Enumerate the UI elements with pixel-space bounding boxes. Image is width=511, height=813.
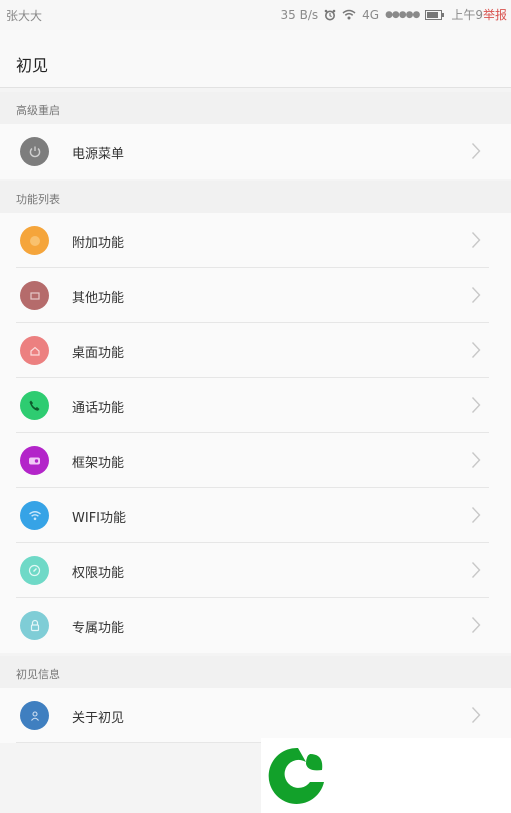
list-item-label: 电源菜单 (72, 147, 125, 162)
list-item-label: 框架功能 (72, 456, 125, 471)
phone-icon (20, 391, 49, 420)
chevron-right-icon (471, 396, 481, 418)
section-header-label: 高级重启 (16, 104, 60, 117)
permission-icon (20, 556, 49, 585)
list-item-label: 关于初见 (72, 711, 125, 726)
status-speed: 35 B/s (280, 7, 319, 22)
list-item-addon[interactable]: 附加功能 (0, 213, 511, 268)
section-header-label: 功能列表 (16, 193, 60, 206)
addon-icon (20, 226, 49, 255)
signal-icon: ●●●●● (385, 9, 420, 20)
list-item-permission[interactable]: 权限功能 (0, 543, 511, 598)
list-item-label: 桌面功能 (72, 346, 125, 361)
chevron-right-icon (471, 706, 481, 728)
list-item-other[interactable]: 其他功能 (0, 268, 511, 323)
alarm-icon (324, 9, 336, 21)
other-icon (20, 281, 49, 310)
status-indicators: 35 B/s 4G ●●●●● 上午9 举报 (281, 6, 507, 23)
about-icon (20, 701, 49, 730)
list-item-power-menu[interactable]: 电源菜单 (0, 124, 511, 179)
list-item-label: WIFI功能 (72, 511, 126, 526)
list-item-label: 专属功能 (72, 621, 125, 636)
status-time: 上午9 (451, 8, 483, 22)
list-item-exclusive[interactable]: 专属功能 (0, 598, 511, 653)
list-item-label: 权限功能 (72, 566, 125, 581)
list-item-desktop[interactable]: 桌面功能 (0, 323, 511, 378)
app-bar: 初见 (0, 30, 511, 88)
status-carrier: 张大大 (6, 9, 43, 23)
section-header-label: 初见信息 (16, 668, 60, 681)
status-bar: 张大大 35 B/s 4G ●●●●● 上午9 举报 (0, 0, 511, 30)
list-item-about[interactable]: 关于初见 (0, 688, 511, 743)
status-network: 4G (362, 7, 380, 22)
report-link[interactable]: 举报 (483, 6, 507, 23)
chevron-right-icon (471, 231, 481, 253)
wifi-status-icon (342, 9, 356, 20)
list-item-label: 通话功能 (72, 401, 125, 416)
frame-icon (20, 446, 49, 475)
list-item-frame[interactable]: 框架功能 (0, 433, 511, 488)
chevron-right-icon (471, 286, 481, 308)
wifi-icon (20, 501, 49, 530)
chevron-right-icon (471, 561, 481, 583)
list-item-label: 其他功能 (72, 291, 125, 306)
list-item-label: 附加功能 (72, 236, 125, 251)
chevron-right-icon (471, 616, 481, 638)
chevron-right-icon (471, 341, 481, 363)
section-header-advanced-restart: 高级重启 (0, 92, 511, 124)
power-icon (20, 137, 49, 166)
watermark-logo-icon (266, 744, 330, 812)
section-header-feature-list: 功能列表 (0, 181, 511, 213)
page-title: 初见 (16, 56, 49, 75)
list-item-wifi[interactable]: WIFI功能 (0, 488, 511, 543)
list-item-call[interactable]: 通话功能 (0, 378, 511, 433)
section-header-about-info: 初见信息 (0, 656, 511, 688)
chevron-right-icon (471, 506, 481, 528)
chevron-right-icon (471, 451, 481, 473)
home-icon (20, 336, 49, 365)
lock-icon (20, 611, 49, 640)
battery-icon (425, 9, 445, 20)
chevron-right-icon (471, 142, 481, 164)
